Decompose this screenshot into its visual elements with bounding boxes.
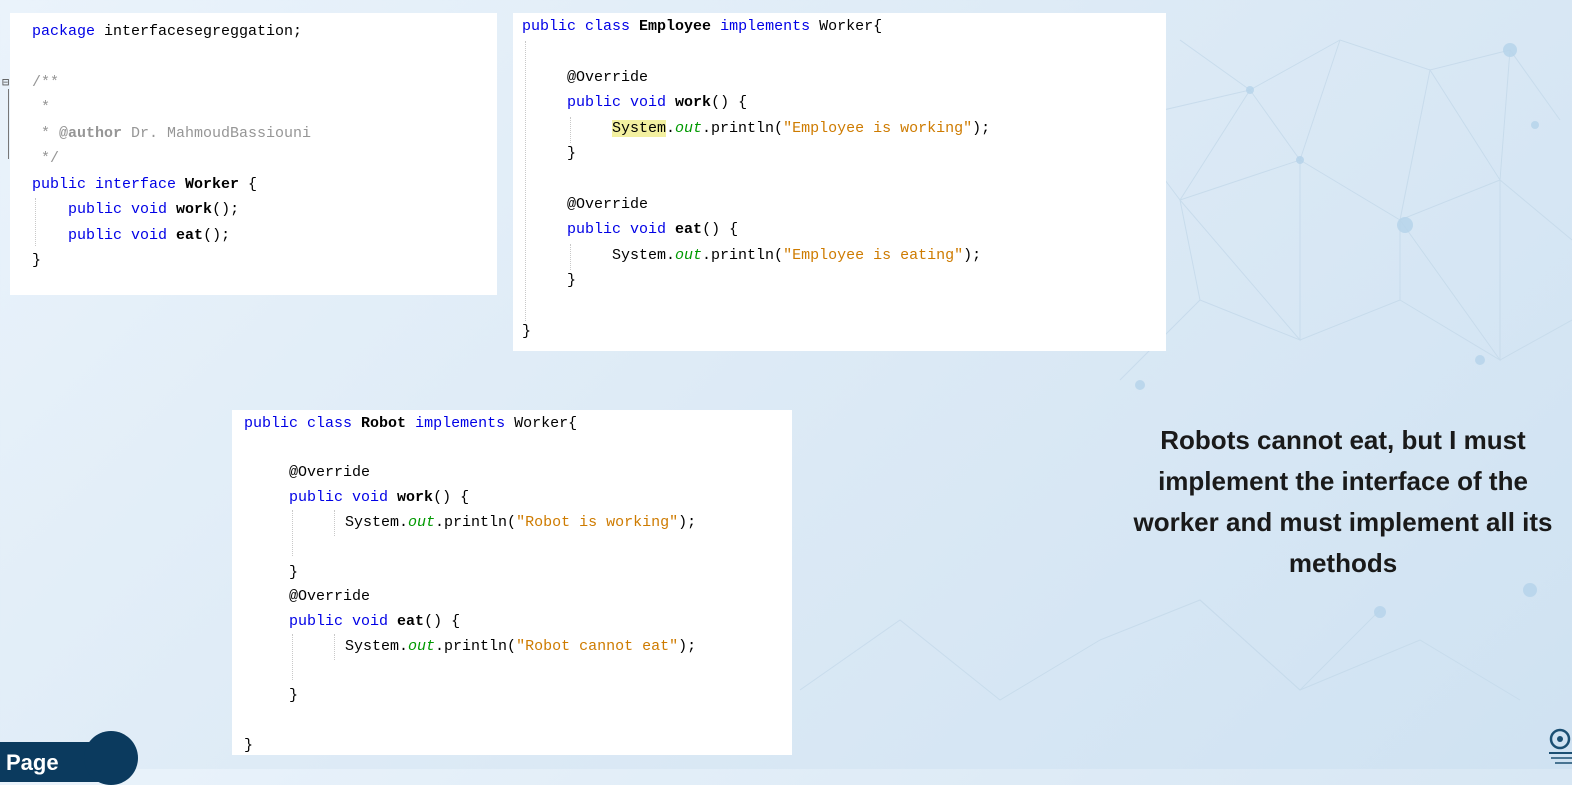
code-panel-robot: public class Robot implements Worker{ @O… [232,410,792,755]
code-line: public class Employee implements Worker{ [522,18,883,35]
indent-guide [35,198,36,246]
indent-guide [570,244,571,270]
code-line: System.out.println("Employee is working"… [612,120,991,137]
indent-guide [334,510,335,536]
code-line-annotation: @Override [289,588,371,605]
code-line: System.out.println("Employee is eating")… [612,247,982,264]
code-line-comment: * @author Dr. MahmoudBassiouni [32,125,312,142]
code-line: public void eat() { [567,221,739,238]
code-line: } [244,737,254,754]
fold-guide [8,89,9,159]
code-line: System.out.println("Robot is working"); [345,514,697,531]
code-line: } [567,272,577,289]
code-line: public interface Worker { [32,176,258,193]
code-line-comment: * [32,99,51,116]
code-line: } [32,252,42,269]
page-label: Page [6,750,59,775]
code-line-comment: /** [32,74,60,91]
code-line-annotation: @Override [567,69,649,86]
code-line-annotation: @Override [289,464,371,481]
code-line-comment: */ [32,150,60,167]
code-line: } [289,564,299,581]
fold-collapse-icon[interactable]: ⊟ [2,75,9,89]
code-line-annotation: @Override [567,196,649,213]
code-line: public void eat(); [68,227,231,244]
indent-guide [525,41,526,321]
code-line: System.out.println("Robot cannot eat"); [345,638,697,655]
page-number-circle [84,731,138,785]
code-line: } [522,323,532,340]
code-line: public void work() { [289,489,470,506]
code-line: public void work(); [68,201,240,218]
indent-guide [570,117,571,143]
indent-guide [334,634,335,660]
institution-logo-icon [1549,728,1572,764]
slide-caption: Robots cannot eat, but I must implement … [1133,425,1553,578]
indent-guide [292,510,293,556]
code-line: } [567,145,577,162]
code-line: } [289,687,299,704]
code-panel-employee: public class Employee implements Worker{… [513,13,1166,351]
indent-guide [292,634,293,680]
code-line: package interfacesegreggation; [32,23,303,40]
code-panel-interface: package interfacesegreggation; ⊟ /** * *… [2,13,497,295]
code-line: public void work() { [567,94,748,111]
code-line: public class Robot implements Worker{ [244,415,578,432]
code-line: public void eat() { [289,613,461,630]
